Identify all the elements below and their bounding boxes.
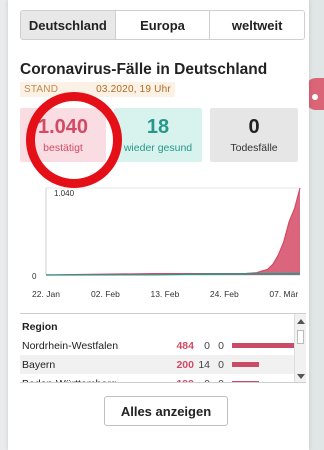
- scope-tabs: Deutschland Europa weltweit: [20, 10, 305, 40]
- timestamp-value: 03.2020, 19 Uhr: [96, 84, 171, 95]
- region-bar: [232, 362, 259, 367]
- region-name: Baden-Württemberg: [22, 378, 117, 383]
- tab-europa[interactable]: Europa: [115, 11, 211, 39]
- widget-title: Coronavirus-Fälle in Deutschland: [20, 61, 268, 78]
- region-recovered: 0: [204, 378, 210, 383]
- deaths-label: Todesfälle: [230, 142, 278, 154]
- region-deaths: 0: [218, 339, 224, 352]
- map-marker-dot: [312, 94, 318, 100]
- region-deaths: 0: [218, 358, 224, 371]
- region-header: Region: [22, 321, 58, 333]
- y-tick-label: 1.040: [54, 189, 75, 198]
- recovered-tile[interactable]: 18 wieder gesund: [114, 108, 202, 162]
- region-row[interactable]: Bayern 200 14 0: [20, 355, 306, 374]
- scroll-up-icon[interactable]: [297, 319, 305, 324]
- region-bar: [232, 343, 297, 348]
- x-tick-label: 07. Mär: [269, 289, 298, 299]
- y-tick-label: 0: [32, 272, 37, 281]
- x-tick-label: 24. Feb: [210, 289, 239, 299]
- region-row[interactable]: Baden-Württemberg 199 0 0: [20, 374, 306, 383]
- scroll-thumb[interactable]: [297, 330, 304, 344]
- region-table: Region Nordrhein-Westfalen 484 0 0 Bayern 200…: [20, 313, 306, 383]
- recovered-label: wieder gesund: [123, 142, 193, 154]
- region-name: Bayern: [22, 358, 56, 371]
- tab-weltweit[interactable]: weltweit: [210, 11, 304, 39]
- region-confirmed: 200: [176, 358, 194, 371]
- region-row[interactable]: Nordrhein-Westfalen 484 0 0: [20, 336, 306, 355]
- region-confirmed: 484: [176, 339, 194, 352]
- region-scrollbar[interactable]: [294, 314, 306, 382]
- cases-chart-svg: 0 1.040 22. Jan 02. Feb 13. Feb 24. Feb 07. Mä…: [32, 187, 301, 299]
- region-confirmed: 199: [176, 378, 194, 383]
- region-recovered: 14: [198, 358, 210, 371]
- scroll-down-icon[interactable]: [297, 374, 305, 379]
- deaths-tile[interactable]: 0 Todesfälle: [210, 108, 298, 162]
- region-rows: Nordrhein-Westfalen48400Bayern200140Bade…: [20, 336, 306, 383]
- highlight-circle: [26, 92, 122, 188]
- x-tick-label: 02. Feb: [91, 289, 120, 299]
- x-tick-label: 22. Jan: [32, 289, 60, 299]
- corona-widget: Deutschland Europa weltweit Coronavirus-…: [8, 0, 309, 450]
- show-all-button[interactable]: Alles anzeigen: [104, 396, 228, 426]
- deaths-count: 0: [248, 116, 260, 138]
- region-bar: [232, 381, 259, 382]
- region-name: Nordrhein-Westfalen: [22, 339, 119, 352]
- cases-chart: 0 1.040 22. Jan 02. Feb 13. Feb 24. Feb 07. Mä…: [16, 180, 309, 305]
- series-line-confirmed: [45, 187, 301, 276]
- region-deaths: 0: [218, 378, 224, 383]
- timestamp-prefix: STAND: [24, 84, 59, 95]
- timestamp-badge: STAND 03.2020, 19 Uhr: [20, 82, 175, 97]
- tab-deutschland[interactable]: Deutschland: [21, 11, 116, 39]
- series-area-confirmed: [46, 188, 300, 275]
- recovered-count: 18: [146, 116, 170, 138]
- x-tick-label: 13. Feb: [150, 289, 179, 299]
- region-recovered: 0: [204, 339, 210, 352]
